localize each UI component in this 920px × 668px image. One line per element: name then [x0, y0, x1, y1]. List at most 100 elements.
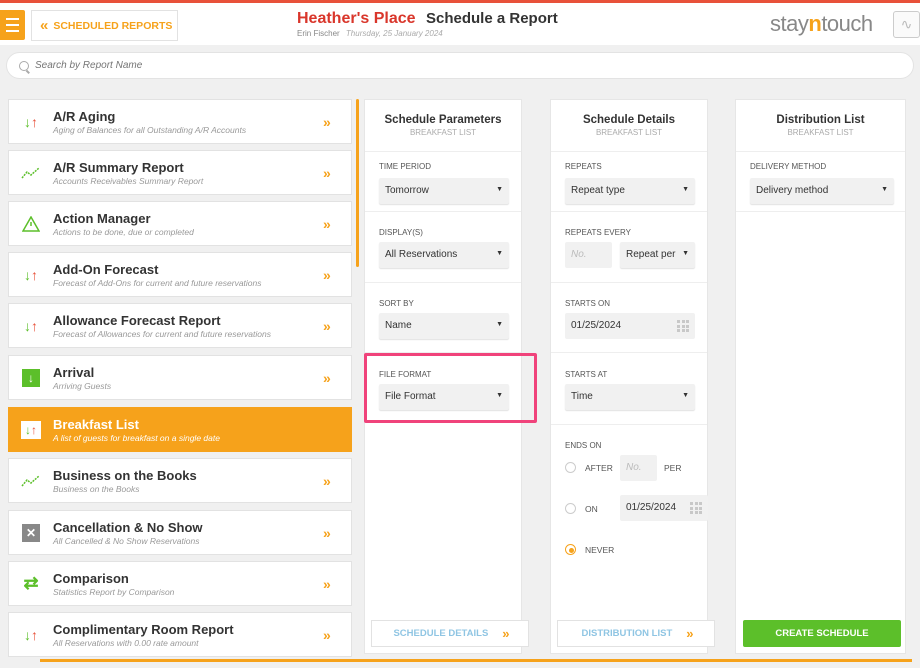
report-item-breakfast-list[interactable]: ↓ ↑ Breakfast List A list of guests for br… [8, 407, 352, 452]
never-radio[interactable] [565, 544, 576, 555]
schedule-details-button[interactable]: SCHEDULE DETAILS» [371, 620, 529, 647]
report-name: Comparison [53, 570, 129, 586]
time-period-select[interactable]: Tomorrow ▼ [379, 178, 509, 204]
panel-subtitle: BREAKFAST LIST [595, 128, 663, 137]
panel-subtitle: BREAKFAST LIST [787, 128, 854, 137]
starts-at-select[interactable]: Time ▼ [565, 384, 695, 410]
report-desc: All Cancelled & No Show Reservations [53, 535, 200, 546]
report-desc: Statistics Report by Comparison [53, 586, 175, 597]
report-item-cancellation[interactable]: ✕ Cancellation & No Show All Cancelled & … [8, 510, 352, 555]
cancel-icon: ✕ [9, 523, 53, 542]
field-label: REPEATS EVERY [565, 228, 631, 237]
ends-after-radio[interactable] [565, 462, 576, 473]
schedule-details-panel: Schedule Details BREAKFAST LIST REPEATS R… [550, 99, 715, 654]
double-chevron-right-icon: » [323, 266, 331, 283]
sort-by-select[interactable]: Name ▼ [379, 313, 509, 339]
search-icon [19, 60, 29, 71]
report-item-business-on-books[interactable]: Business on the Books Business on the Boo… [8, 458, 352, 503]
radio-label: NEVER [585, 545, 615, 555]
double-chevron-right-icon: » [323, 575, 331, 592]
repeat-number-input[interactable]: No. [565, 242, 612, 268]
back-to-scheduled-reports-button[interactable]: « SCHEDULED REPORTS [31, 10, 178, 41]
double-chevron-right-icon: » [323, 369, 331, 386]
arrival-icon: ↓ [9, 368, 53, 387]
calendar-icon [690, 502, 703, 514]
delivery-method-select[interactable]: Delivery method ▼ [750, 178, 894, 204]
radio-label: AFTER [585, 463, 613, 473]
repeat-per-select[interactable]: Repeat per ▼ [620, 242, 695, 268]
displays-select[interactable]: All Reservations ▼ [379, 242, 509, 268]
report-name: Cancellation & No Show [53, 519, 203, 535]
page-title: Schedule a Report [426, 10, 558, 27]
warning-icon [9, 215, 53, 232]
menu-button[interactable] [0, 10, 25, 40]
repeats-every-section: REPEATS EVERY No. Repeat per ▼ [551, 212, 707, 283]
search-bar[interactable] [6, 52, 914, 79]
bottom-accent-line [40, 659, 912, 662]
repeats-section: REPEATS Repeat type ▼ [551, 152, 707, 212]
double-chevron-right-icon: » [323, 164, 331, 181]
stayntouch-logo: stayntouch [770, 11, 873, 36]
report-item-complimentary-room[interactable]: ↓ ↑ Complimentary Room Report All Reservat… [8, 612, 352, 657]
distribution-list-button[interactable]: DISTRIBUTION LIST» [557, 620, 715, 647]
dropdown-arrow-icon: ▼ [496, 321, 503, 328]
ends-on-radio[interactable] [565, 503, 576, 514]
double-chevron-right-icon: » [323, 317, 331, 334]
user-name: Erin Fischer [297, 29, 340, 38]
double-chevron-right-icon: » [323, 472, 331, 489]
trend-chart-icon [9, 474, 53, 488]
starts-on-date-input[interactable]: 01/25/2024 [565, 313, 695, 339]
trend-chart-icon [9, 166, 53, 180]
ends-on-date-input[interactable]: 01/25/2024 [620, 495, 708, 521]
double-chevron-right-icon: » [323, 215, 331, 232]
report-item-action-manager[interactable]: Action Manager Actions to be done, due or… [8, 201, 352, 246]
report-item-allowance-forecast[interactable]: ↓ ↑ Allowance Forecast Report Forecast of … [8, 303, 352, 348]
double-chevron-right-icon: » [323, 626, 331, 643]
repeat-type-select[interactable]: Repeat type ▼ [565, 178, 695, 204]
report-desc: All Reservations with 0.00 rate amount [53, 637, 199, 648]
field-label: ENDS ON [565, 441, 602, 450]
search-input[interactable] [35, 60, 635, 71]
report-name: A/R Aging [53, 108, 116, 124]
dropdown-arrow-icon: ▼ [881, 186, 888, 193]
double-chevron-right-icon: » [323, 524, 331, 541]
field-label: DELIVERY METHOD [750, 162, 827, 171]
ends-after-number-input[interactable]: No. [620, 455, 657, 481]
arrows-down-up-icon: ↓ ↑ [24, 317, 38, 334]
per-label: PER [664, 463, 682, 473]
report-list: ↓ ↑ A/R Aging Aging of Balances for all Ou… [8, 99, 352, 659]
dropdown-arrow-icon: ▼ [682, 250, 689, 257]
report-desc: Forecast of Add-Ons for current and futu… [53, 277, 262, 288]
list-scrollbar[interactable] [356, 99, 359, 267]
field-label: REPEATS [565, 162, 602, 171]
arrows-down-up-icon: ↓ ↑ [24, 626, 38, 643]
report-item-arrival[interactable]: ↓ Arrival Arriving Guests » [8, 355, 352, 400]
report-name: Action Manager [53, 210, 151, 226]
report-name: Allowance Forecast Report [53, 312, 221, 328]
calendar-icon [677, 320, 690, 332]
swap-icon: ⇄ [23, 573, 39, 593]
dropdown-arrow-icon: ▼ [496, 186, 503, 193]
pulse-icon[interactable]: ∿ [893, 11, 920, 38]
report-item-ar-summary[interactable]: A/R Summary Report Accounts Receivables S… [8, 150, 352, 195]
panel-title: Schedule Parameters [384, 114, 502, 126]
double-chevron-right-icon: » [323, 113, 331, 130]
arrows-down-up-icon: ↓ ↑ [24, 266, 38, 283]
create-schedule-button[interactable]: CREATE SCHEDULE [743, 620, 901, 647]
report-item-comparison[interactable]: ⇄ Comparison Statistics Report by Compari… [8, 561, 352, 606]
business-date: Thursday, 25 January 2024 [345, 29, 443, 38]
report-item-add-on-forecast[interactable]: ↓ ↑ Add-On Forecast Forecast of Add-Ons fo… [8, 252, 352, 297]
report-item-ar-aging[interactable]: ↓ ↑ A/R Aging Aging of Balances for all Ou… [8, 99, 352, 144]
double-chevron-left-icon: « [40, 17, 49, 34]
field-label: STARTS ON [565, 299, 611, 308]
arrows-down-up-icon: ↓ ↑ [9, 420, 53, 439]
field-label: TIME PERIOD [379, 162, 432, 171]
panel-title: Schedule Details [582, 114, 676, 126]
field-label: STARTS AT [565, 370, 608, 379]
file-format-highlight [364, 353, 537, 423]
ends-on-section: ENDS ON AFTER No. PER ON 01/25/2024 NEVE… [551, 425, 708, 575]
report-name: Complimentary Room Report [53, 621, 234, 637]
title-block: Heather's Place Schedule a Report Erin F… [297, 10, 597, 38]
header: « SCHEDULED REPORTS Heather's Place Sche… [0, 3, 920, 45]
dropdown-arrow-icon: ▼ [682, 186, 689, 193]
